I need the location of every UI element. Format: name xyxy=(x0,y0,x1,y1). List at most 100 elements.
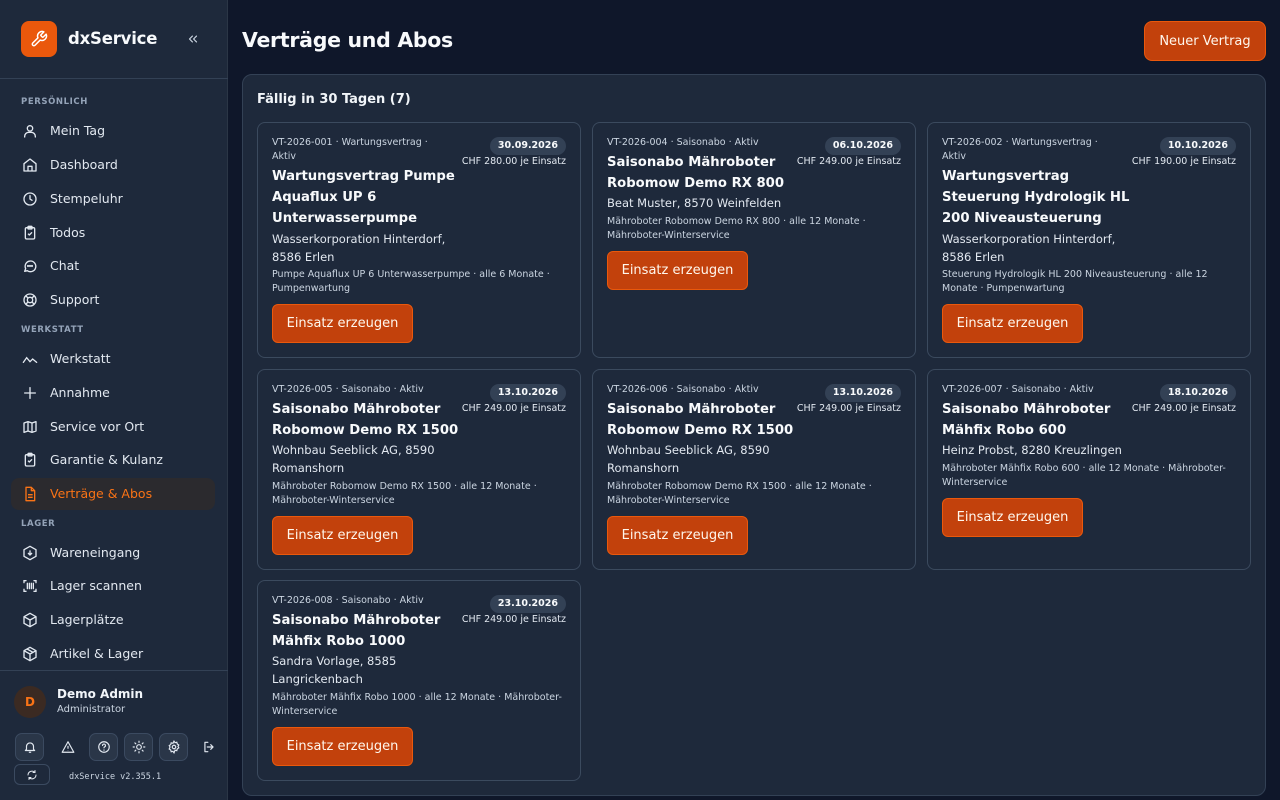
app-name: dxService xyxy=(68,29,158,48)
sidebar-item-vertraege[interactable]: Verträge & Abos xyxy=(11,478,215,510)
contract-price: CHF 249.00 je Einsatz xyxy=(796,156,901,167)
divider xyxy=(0,670,228,671)
settings-button[interactable] xyxy=(159,733,188,761)
app-version: dxService v2.355.1 xyxy=(69,772,162,782)
brand-header: dxService xyxy=(0,0,228,79)
sidebar-item-label: Werkstatt xyxy=(50,351,111,366)
sidebar-item-label: Artikel & Lager xyxy=(50,646,144,661)
sidebar-item-todos[interactable]: Todos xyxy=(11,217,215,249)
wrench-icon[interactable] xyxy=(21,21,57,57)
wave-icon xyxy=(22,356,38,363)
clipboard-check-icon xyxy=(24,452,36,467)
contract-meta: VT-2026-004 · Saisonabo · Aktiv xyxy=(607,137,759,148)
contract-title[interactable]: Saisonabo Mähroboter Robomow Demo RX 800 xyxy=(607,152,807,194)
contract-title[interactable]: Saisonabo Mähroboter Robomow Demo RX 150… xyxy=(607,399,807,441)
theme-toggle-button[interactable] xyxy=(124,733,153,761)
sidebar-item-garantie[interactable]: Garantie & Kulanz xyxy=(11,444,215,476)
sidebar-item-service-vor-ort[interactable]: Service vor Ort xyxy=(11,411,215,443)
contract-price: CHF 190.00 je Einsatz xyxy=(1131,156,1236,167)
warning-icon xyxy=(61,741,74,753)
contract-price: CHF 280.00 je Einsatz xyxy=(461,156,566,167)
contract-description: Pumpe Aquaflux UP 6 Unterwasserpumpe · a… xyxy=(272,269,550,294)
sidebar-item-label: Stempeluhr xyxy=(50,191,123,206)
package-icon xyxy=(23,646,37,662)
map-icon xyxy=(23,421,37,433)
contract-card: VT-2026-007 · Saisonabo · Aktiv 18.10.20… xyxy=(927,369,1251,570)
bell-icon xyxy=(24,742,35,753)
contract-title[interactable]: Saisonabo Mähroboter Robomow Demo RX 150… xyxy=(272,399,472,441)
create-job-button[interactable]: Einsatz erzeugen xyxy=(272,727,413,766)
sidebar-item-label: Verträge & Abos xyxy=(50,486,153,501)
sidebar-item-lager-scannen[interactable]: Lager scannen xyxy=(11,570,215,602)
sidebar-item-label: Annahme xyxy=(50,385,110,400)
notifications-button[interactable] xyxy=(15,733,44,761)
sidebar-item-dashboard[interactable]: Dashboard xyxy=(11,149,215,181)
create-job-button[interactable]: Einsatz erzeugen xyxy=(607,251,748,290)
box-icon xyxy=(23,612,37,628)
sidebar-item-label: Mein Tag xyxy=(50,123,106,138)
contract-title[interactable]: Saisonabo Mähroboter Mähfix Robo 600 xyxy=(942,399,1142,441)
contract-description: Mähroboter Mähfix Robo 1000 · alle 12 Mo… xyxy=(272,692,562,717)
gear-icon xyxy=(167,740,180,754)
contract-description: Mähroboter Mähfix Robo 600 · alle 12 Mon… xyxy=(942,463,1226,488)
help-button[interactable] xyxy=(89,733,118,761)
sidebar-item-stempeluhr[interactable]: Stempeluhr xyxy=(11,183,215,215)
sidebar-item-label: Service vor Ort xyxy=(50,419,145,434)
contract-description: Mähroboter Robomow Demo RX 1500 · alle 1… xyxy=(607,481,872,506)
sidebar-item-werkstatt[interactable]: Werkstatt xyxy=(11,343,215,375)
sidebar-item-chat[interactable]: Chat xyxy=(11,250,215,282)
sidebar-item-label: Garantie & Kulanz xyxy=(50,452,163,467)
sidebar-item-wareneingang[interactable]: Wareneingang xyxy=(11,537,215,569)
contract-customer: Wasserkorporation Hinterdorf, 8586 Erlen xyxy=(272,232,446,264)
create-job-button[interactable]: Einsatz erzeugen xyxy=(942,498,1083,537)
sidebar-item-artikel-lager[interactable]: Artikel & Lager xyxy=(11,638,215,670)
sidebar-item-label: Lagerplätze xyxy=(50,612,124,627)
contract-customer: Wohnbau Seeblick AG, 8590 Romanshorn xyxy=(272,443,435,475)
clipboard-icon xyxy=(24,225,36,240)
warnings-button[interactable] xyxy=(53,733,82,761)
contract-price: CHF 249.00 je Einsatz xyxy=(461,403,566,414)
section-storage: LAGER xyxy=(21,519,56,529)
sidebar-item-annahme[interactable]: Annahme xyxy=(11,377,215,409)
create-job-button[interactable]: Einsatz erzeugen xyxy=(607,516,748,555)
contract-customer: Beat Muster, 8570 Weinfelden xyxy=(607,196,782,210)
contract-title[interactable]: Wartungsvertrag Pumpe Aquaflux UP 6 Unte… xyxy=(272,166,472,229)
sidebar: dxService PERSÖNLICH Mein Tag Dashboard … xyxy=(0,0,228,800)
create-job-button[interactable]: Einsatz erzeugen xyxy=(942,304,1083,343)
new-contract-button[interactable]: Neuer Vertrag xyxy=(1144,21,1266,61)
sidebar-item-label: Support xyxy=(50,292,100,307)
page-title: Verträge und Abos xyxy=(242,28,453,52)
sidebar-item-support[interactable]: Support xyxy=(11,284,215,316)
create-job-button[interactable]: Einsatz erzeugen xyxy=(272,304,413,343)
collapse-sidebar-icon[interactable] xyxy=(182,29,204,49)
contract-title[interactable]: Wartungsvertrag Steuerung Hydrologik HL … xyxy=(942,166,1142,229)
create-job-button[interactable]: Einsatz erzeugen xyxy=(272,516,413,555)
download-icon xyxy=(23,545,37,561)
contract-title[interactable]: Saisonabo Mähroboter Mähfix Robo 1000 xyxy=(272,610,472,652)
section-workshop: WERKSTATT xyxy=(21,325,84,335)
due-date-badge: 10.10.2026 xyxy=(1159,137,1236,155)
contract-description: Mähroboter Robomow Demo RX 800 · alle 12… xyxy=(607,216,866,241)
logout-button[interactable] xyxy=(194,733,223,761)
contract-card: VT-2026-005 · Saisonabo · Aktiv 13.10.20… xyxy=(257,369,581,570)
contract-meta: VT-2026-001 · Wartungsvertrag · Aktiv xyxy=(272,137,428,162)
contract-description: Steuerung Hydrologik HL 200 Niveausteuer… xyxy=(942,269,1208,294)
home-icon xyxy=(23,158,37,172)
sidebar-item-label: Lager scannen xyxy=(50,578,142,593)
sidebar-item-mein-tag[interactable]: Mein Tag xyxy=(11,115,215,147)
section-personal: PERSÖNLICH xyxy=(21,97,88,107)
user-name: Demo Admin xyxy=(57,687,144,701)
contract-customer: Heinz Probst, 8280 Kreuzlingen xyxy=(942,443,1122,457)
document-icon xyxy=(25,486,36,502)
contract-card: VT-2026-004 · Saisonabo · Aktiv 06.10.20… xyxy=(592,122,916,358)
contract-meta: VT-2026-002 · Wartungsvertrag · Aktiv xyxy=(942,137,1098,162)
due-date-badge: 13.10.2026 xyxy=(824,384,901,402)
avatar[interactable]: D xyxy=(14,686,46,718)
logout-icon xyxy=(203,741,214,753)
contract-card: VT-2026-006 · Saisonabo · Aktiv 13.10.20… xyxy=(592,369,916,570)
contract-price: CHF 249.00 je Einsatz xyxy=(1131,403,1236,414)
refresh-button[interactable] xyxy=(14,764,50,785)
due-date-badge: 18.10.2026 xyxy=(1159,384,1236,402)
panel-title: Fällig in 30 Tagen (7) xyxy=(257,92,411,107)
sidebar-item-lagerplaetze[interactable]: Lagerplätze xyxy=(11,604,215,636)
